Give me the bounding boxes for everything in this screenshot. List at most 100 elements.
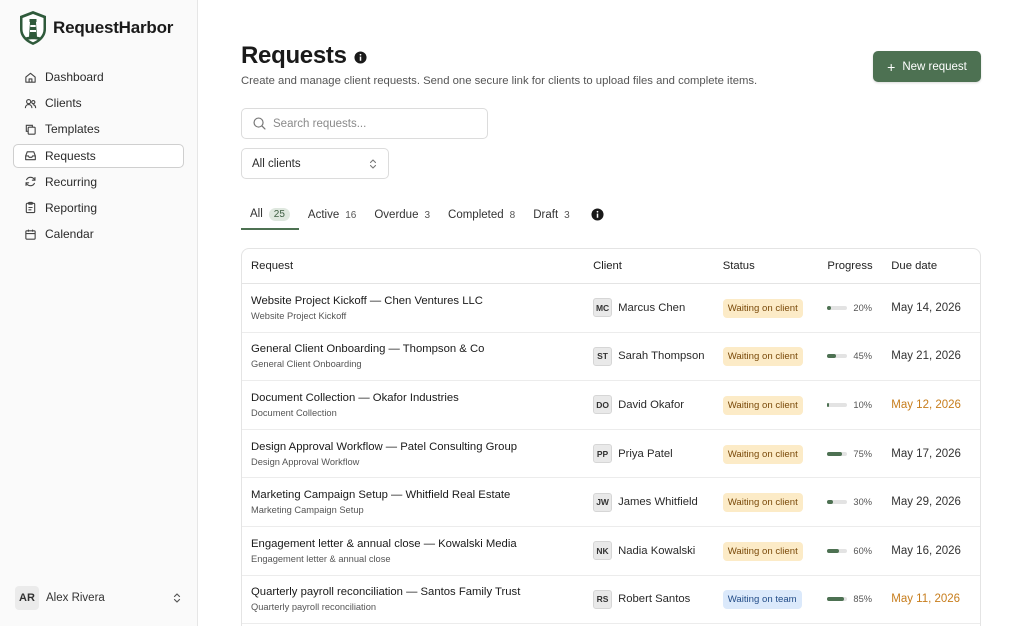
tab-completed[interactable]: Completed 8 — [439, 200, 524, 230]
sidebar-item-label: Dashboard — [45, 70, 104, 84]
lighthouse-logo-icon — [20, 11, 46, 45]
sidebar-item-dashboard[interactable]: Dashboard — [13, 65, 184, 89]
tab-count: 16 — [345, 209, 357, 221]
progress-bar-fill — [827, 548, 840, 553]
tab-label: Active — [307, 209, 340, 221]
progress-bar-fill — [827, 597, 845, 602]
request-title[interactable]: General Client Onboarding — Thompson & C… — [251, 343, 593, 355]
sidebar-item-clients[interactable]: Clients — [13, 91, 184, 115]
client-filter-select[interactable]: All clients — [241, 148, 389, 179]
progress-cell: 10% — [827, 400, 891, 410]
sidebar-item-label: Reporting — [45, 200, 98, 215]
new-request-label: New request — [902, 60, 967, 73]
sidebar-item-label: Calendar — [45, 227, 94, 242]
sidebar-item-requests[interactable]: Requests — [13, 143, 184, 168]
main-content: Requests Create and manage client reques… — [198, 0, 1024, 626]
request-title[interactable]: Marketing Campaign Setup — Whitfield Rea… — [251, 489, 593, 501]
status-badge: Waiting on client — [722, 493, 803, 513]
status-cell: Waiting on client — [722, 395, 828, 415]
tab-all[interactable]: All 25 — [241, 200, 299, 230]
tab-label: Draft — [533, 209, 559, 221]
tab-label: Completed — [448, 209, 504, 221]
status-cell: Waiting on client — [722, 298, 828, 318]
sidebar-item-recurring[interactable]: Recurring — [13, 170, 184, 194]
progress-bar — [827, 597, 848, 602]
column-header-client[interactable]: Client — [593, 260, 723, 272]
table-row[interactable]: Engagement letter & annual close — Kowal… — [242, 527, 980, 576]
tab-overdue[interactable]: Overdue 3 — [365, 200, 439, 230]
table-body: Website Project Kickoff — Chen Ventures … — [242, 284, 980, 625]
client-avatar: DO — [593, 395, 613, 415]
progress-bar — [827, 305, 848, 310]
app: RequestHarbor Dashboard Clients Template… — [0, 0, 1024, 626]
progress-cell: 75% — [827, 449, 891, 459]
table-row[interactable]: Marketing Campaign Setup — Whitfield Rea… — [242, 478, 980, 527]
column-header-progress[interactable]: Progress — [827, 260, 891, 272]
progress-percent: 75% — [853, 448, 873, 459]
sidebar-item-reporting[interactable]: Reporting — [13, 196, 184, 220]
request-template-name: Marketing Campaign Setup — [251, 505, 364, 516]
chevron-up-down-icon — [173, 593, 181, 603]
progress-percent: 45% — [853, 351, 873, 362]
request-title[interactable]: Quarterly payroll reconciliation — Santo… — [251, 586, 593, 598]
column-header-request[interactable]: Request — [242, 260, 593, 272]
progress-bar — [827, 500, 848, 505]
request-template-name: Website Project Kickoff — [251, 310, 347, 321]
status-badge: Waiting on client — [722, 541, 803, 561]
clipboard-icon — [23, 201, 37, 215]
client-name: Sarah Thompson — [618, 350, 705, 363]
status-cell: Waiting on client — [722, 444, 828, 464]
search-box[interactable] — [241, 108, 488, 139]
table-row[interactable]: Document Collection — Okafor Industries … — [242, 381, 980, 430]
plus-icon: + — [887, 58, 896, 75]
table-row[interactable]: Quarterly payroll reconciliation — Santo… — [242, 576, 980, 625]
request-title[interactable]: Website Project Kickoff — Chen Ventures … — [251, 295, 593, 307]
sidebar-item-calendar[interactable]: Calendar — [13, 222, 184, 246]
request-title[interactable]: Design Approval Workflow — Patel Consult… — [251, 441, 593, 453]
due-date: May 21, 2026 — [891, 350, 961, 363]
info-icon[interactable] — [591, 208, 604, 221]
request-template-name: Quarterly payroll reconciliation — [251, 602, 377, 613]
client-cell: PP Priya Patel — [593, 444, 723, 464]
client-name: Marcus Chen — [618, 301, 686, 314]
progress-bar-fill — [827, 451, 843, 456]
users-icon — [23, 96, 37, 110]
request-title[interactable]: Document Collection — Okafor Industries — [251, 392, 593, 404]
due-date: May 16, 2026 — [891, 544, 961, 557]
sidebar-item-templates[interactable]: Templates — [13, 117, 184, 141]
table-row[interactable]: Website Project Kickoff — Chen Ventures … — [242, 284, 980, 333]
tab-draft[interactable]: Draft 3 — [524, 200, 578, 230]
table-row[interactable]: General Client Onboarding — Thompson & C… — [242, 333, 980, 382]
due-date: May 12, 2026 — [891, 398, 961, 411]
table-row[interactable]: Design Approval Workflow — Patel Consult… — [242, 430, 980, 479]
tab-active[interactable]: Active 16 — [299, 200, 365, 230]
request-cell: Marketing Campaign Setup — Whitfield Rea… — [242, 489, 593, 515]
inbox-icon — [23, 149, 37, 163]
progress-bar — [827, 548, 848, 553]
progress-percent: 10% — [853, 399, 873, 410]
sidebar-item-label: Recurring — [45, 174, 98, 189]
search-icon — [253, 117, 266, 130]
user-menu[interactable]: AR Alex Rivera — [15, 586, 183, 610]
page-title: Requests — [241, 42, 347, 69]
progress-cell: 60% — [827, 546, 891, 556]
sidebar-item-label: Requests — [45, 148, 96, 163]
brand[interactable]: RequestHarbor — [18, 10, 173, 46]
search-input[interactable] — [273, 117, 473, 130]
progress-bar-fill — [827, 402, 830, 407]
status-badge: Waiting on client — [722, 347, 803, 367]
sidebar: RequestHarbor Dashboard Clients Template… — [0, 0, 198, 626]
new-request-button[interactable]: + New request — [873, 51, 981, 82]
column-header-due-date[interactable]: Due date — [891, 260, 980, 272]
status-badge: Waiting on client — [722, 444, 803, 464]
user-name: Alex Rivera — [46, 592, 105, 604]
column-header-status[interactable]: Status — [723, 260, 828, 272]
client-avatar: JW — [593, 492, 613, 512]
status-tabs: All 25 Active 16 Overdue 3 Completed 8 D… — [241, 200, 604, 230]
client-name: David Okafor — [618, 398, 684, 411]
request-template-name: Document Collection — [251, 407, 337, 418]
request-title[interactable]: Engagement letter & annual close — Kowal… — [251, 538, 593, 550]
progress-percent: 30% — [853, 497, 873, 508]
info-icon[interactable] — [354, 51, 367, 64]
due-date: May 11, 2026 — [891, 593, 961, 606]
